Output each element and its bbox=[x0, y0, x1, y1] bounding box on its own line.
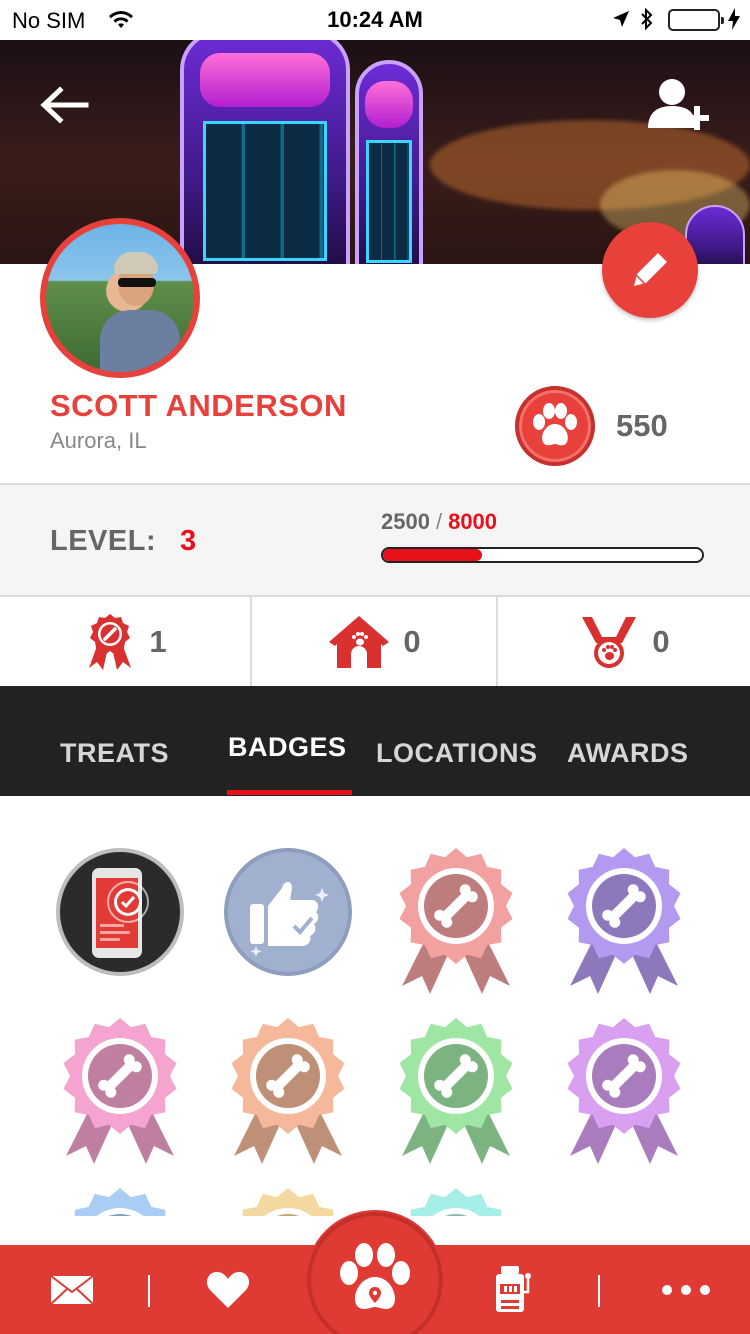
bone-ribbon-icon bbox=[242, 1188, 334, 1216]
clock: 10:24 AM bbox=[327, 7, 423, 32]
badge-item[interactable] bbox=[386, 1016, 526, 1166]
slot-machine-image bbox=[180, 40, 350, 264]
nav-messages[interactable] bbox=[30, 1245, 114, 1334]
bone-ribbon-icon bbox=[399, 1018, 513, 1164]
xp-separator: / bbox=[435, 509, 443, 534]
points-value: 550 bbox=[616, 408, 668, 443]
awards-count: 0 bbox=[652, 623, 670, 659]
slot-machine-icon bbox=[496, 1265, 531, 1312]
level-value: 3 bbox=[180, 525, 197, 557]
edit-profile-button[interactable] bbox=[602, 222, 698, 318]
tab-badges[interactable]: BADGES bbox=[228, 732, 347, 763]
xp-current: 2500 bbox=[381, 509, 430, 534]
stat-awards[interactable]: 0 bbox=[498, 597, 750, 686]
thumbs-up-icon bbox=[224, 848, 352, 976]
badge-item[interactable] bbox=[218, 846, 358, 996]
nav-home-paw-button[interactable] bbox=[307, 1212, 443, 1334]
add-user-icon bbox=[648, 79, 709, 130]
badge-item[interactable] bbox=[218, 1186, 358, 1216]
stats-row: 1 0 0 bbox=[0, 597, 750, 686]
profile-name: SCOTT ANDERSON bbox=[50, 388, 347, 423]
locations-count: 0 bbox=[403, 623, 421, 659]
badges-count: 1 bbox=[149, 623, 167, 659]
phone-check-icon bbox=[56, 848, 184, 976]
badge-item[interactable] bbox=[218, 1016, 358, 1166]
profile-location: Aurora, IL bbox=[50, 428, 147, 453]
add-friend-button[interactable] bbox=[644, 76, 716, 136]
charging-bolt-icon bbox=[728, 8, 740, 35]
medal-icon bbox=[582, 616, 637, 668]
tab-awards[interactable]: AWARDS bbox=[567, 738, 689, 769]
more-dots-icon bbox=[662, 1284, 710, 1295]
bone-ribbon-icon bbox=[567, 848, 681, 994]
nav-casinos[interactable] bbox=[470, 1245, 554, 1334]
active-tab-indicator bbox=[227, 790, 352, 795]
badge-item[interactable] bbox=[554, 1016, 694, 1166]
avatar[interactable] bbox=[40, 218, 200, 378]
ribbon-badge-icon bbox=[89, 613, 132, 670]
nav-divider bbox=[148, 1275, 150, 1307]
pencil-icon bbox=[631, 253, 667, 289]
xp-progress-fill bbox=[383, 549, 482, 561]
badge-item[interactable] bbox=[386, 846, 526, 996]
slot-machine-image bbox=[355, 60, 423, 264]
dog-house-icon bbox=[329, 615, 390, 668]
paw-points-icon bbox=[515, 386, 595, 466]
status-bar: No SIM 10:24 AM bbox=[0, 0, 750, 40]
nav-favorites[interactable] bbox=[186, 1245, 270, 1334]
paw-location-icon bbox=[340, 1243, 410, 1309]
tab-treats[interactable]: TREATS bbox=[60, 738, 169, 769]
level-section: LEVEL: 3 2500/8000 bbox=[0, 483, 750, 597]
location-arrow-icon bbox=[612, 10, 630, 33]
bone-ribbon-icon bbox=[567, 1018, 681, 1164]
nav-more[interactable] bbox=[644, 1245, 728, 1334]
tab-bar: TREATS BADGES LOCATIONS AWARDS bbox=[0, 686, 750, 796]
badge-item[interactable] bbox=[554, 846, 694, 996]
bone-ribbon-icon bbox=[410, 1188, 502, 1216]
bluetooth-icon bbox=[640, 7, 654, 35]
xp-max: 8000 bbox=[448, 509, 498, 534]
xp-progress-bar bbox=[381, 547, 704, 563]
bone-ribbon-icon bbox=[399, 848, 513, 994]
xp-progress-text: 2500/8000 bbox=[381, 509, 497, 535]
bone-ribbon-icon bbox=[231, 1018, 345, 1164]
level-label: LEVEL: bbox=[50, 525, 157, 557]
envelope-icon bbox=[50, 1274, 94, 1305]
nav-divider bbox=[598, 1275, 600, 1307]
back-button[interactable] bbox=[36, 80, 92, 130]
badge-item[interactable] bbox=[50, 1016, 190, 1166]
tab-locations[interactable]: LOCATIONS bbox=[376, 738, 538, 769]
badge-grid bbox=[0, 796, 750, 1216]
stat-badges[interactable]: 1 bbox=[0, 597, 252, 686]
badge-item[interactable] bbox=[50, 846, 190, 996]
badge-item[interactable] bbox=[50, 1186, 190, 1216]
bone-ribbon-icon bbox=[63, 1018, 177, 1164]
arrow-left-icon bbox=[40, 86, 89, 124]
stat-locations[interactable]: 0 bbox=[252, 597, 498, 686]
badge-item[interactable] bbox=[386, 1186, 526, 1216]
battery-icon bbox=[668, 9, 724, 31]
bone-ribbon-icon bbox=[74, 1188, 166, 1216]
heart-icon bbox=[206, 1271, 250, 1308]
